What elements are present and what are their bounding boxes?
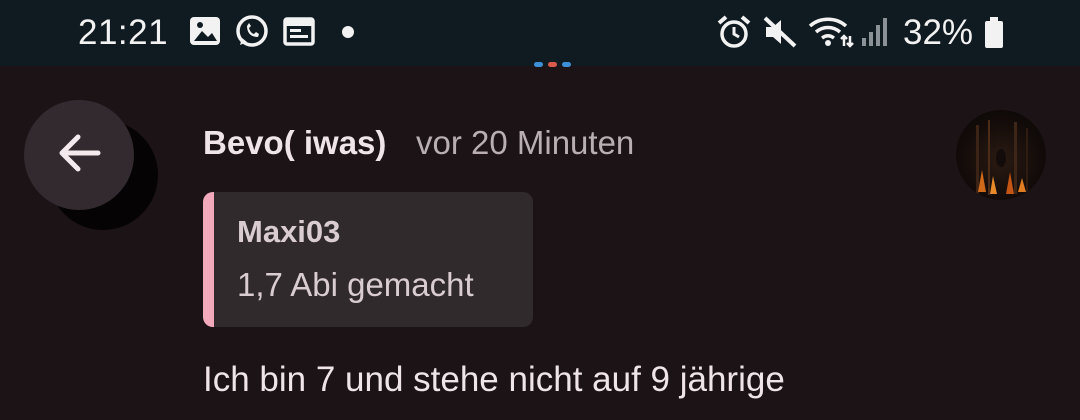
- quote-accent-bar: [203, 192, 214, 327]
- battery-icon: [982, 14, 1006, 55]
- quote-author: Maxi03: [237, 214, 341, 249]
- wifi-icon: [808, 14, 854, 55]
- notification-dot-icon: [341, 25, 355, 44]
- post-timestamp: vor 20 Minuten: [416, 124, 635, 161]
- pull-indicator: [534, 62, 572, 68]
- alarm-icon: [716, 14, 752, 55]
- message-text: Ich bin 7 und stehe nicht auf 9 jährige: [203, 360, 785, 399]
- calendar-icon: [282, 14, 316, 53]
- arrow-left-icon: [54, 128, 104, 183]
- battery-percent: 32%: [903, 13, 974, 52]
- gallery-icon: [188, 14, 222, 53]
- post-author[interactable]: Bevo( iwas): [203, 124, 386, 162]
- avatar[interactable]: [956, 110, 1046, 200]
- status-time: 21:21: [78, 13, 169, 52]
- mute-icon: [762, 14, 798, 55]
- status-bar: 21:21 32%: [0, 0, 1080, 66]
- quoted-message[interactable]: Maxi03 1,7 Abi gemacht: [203, 192, 533, 327]
- back-button[interactable]: [24, 100, 134, 210]
- signal-icon: [860, 14, 890, 55]
- quote-text: 1,7 Abi gemacht: [237, 266, 474, 303]
- whatsapp-icon: [234, 14, 270, 55]
